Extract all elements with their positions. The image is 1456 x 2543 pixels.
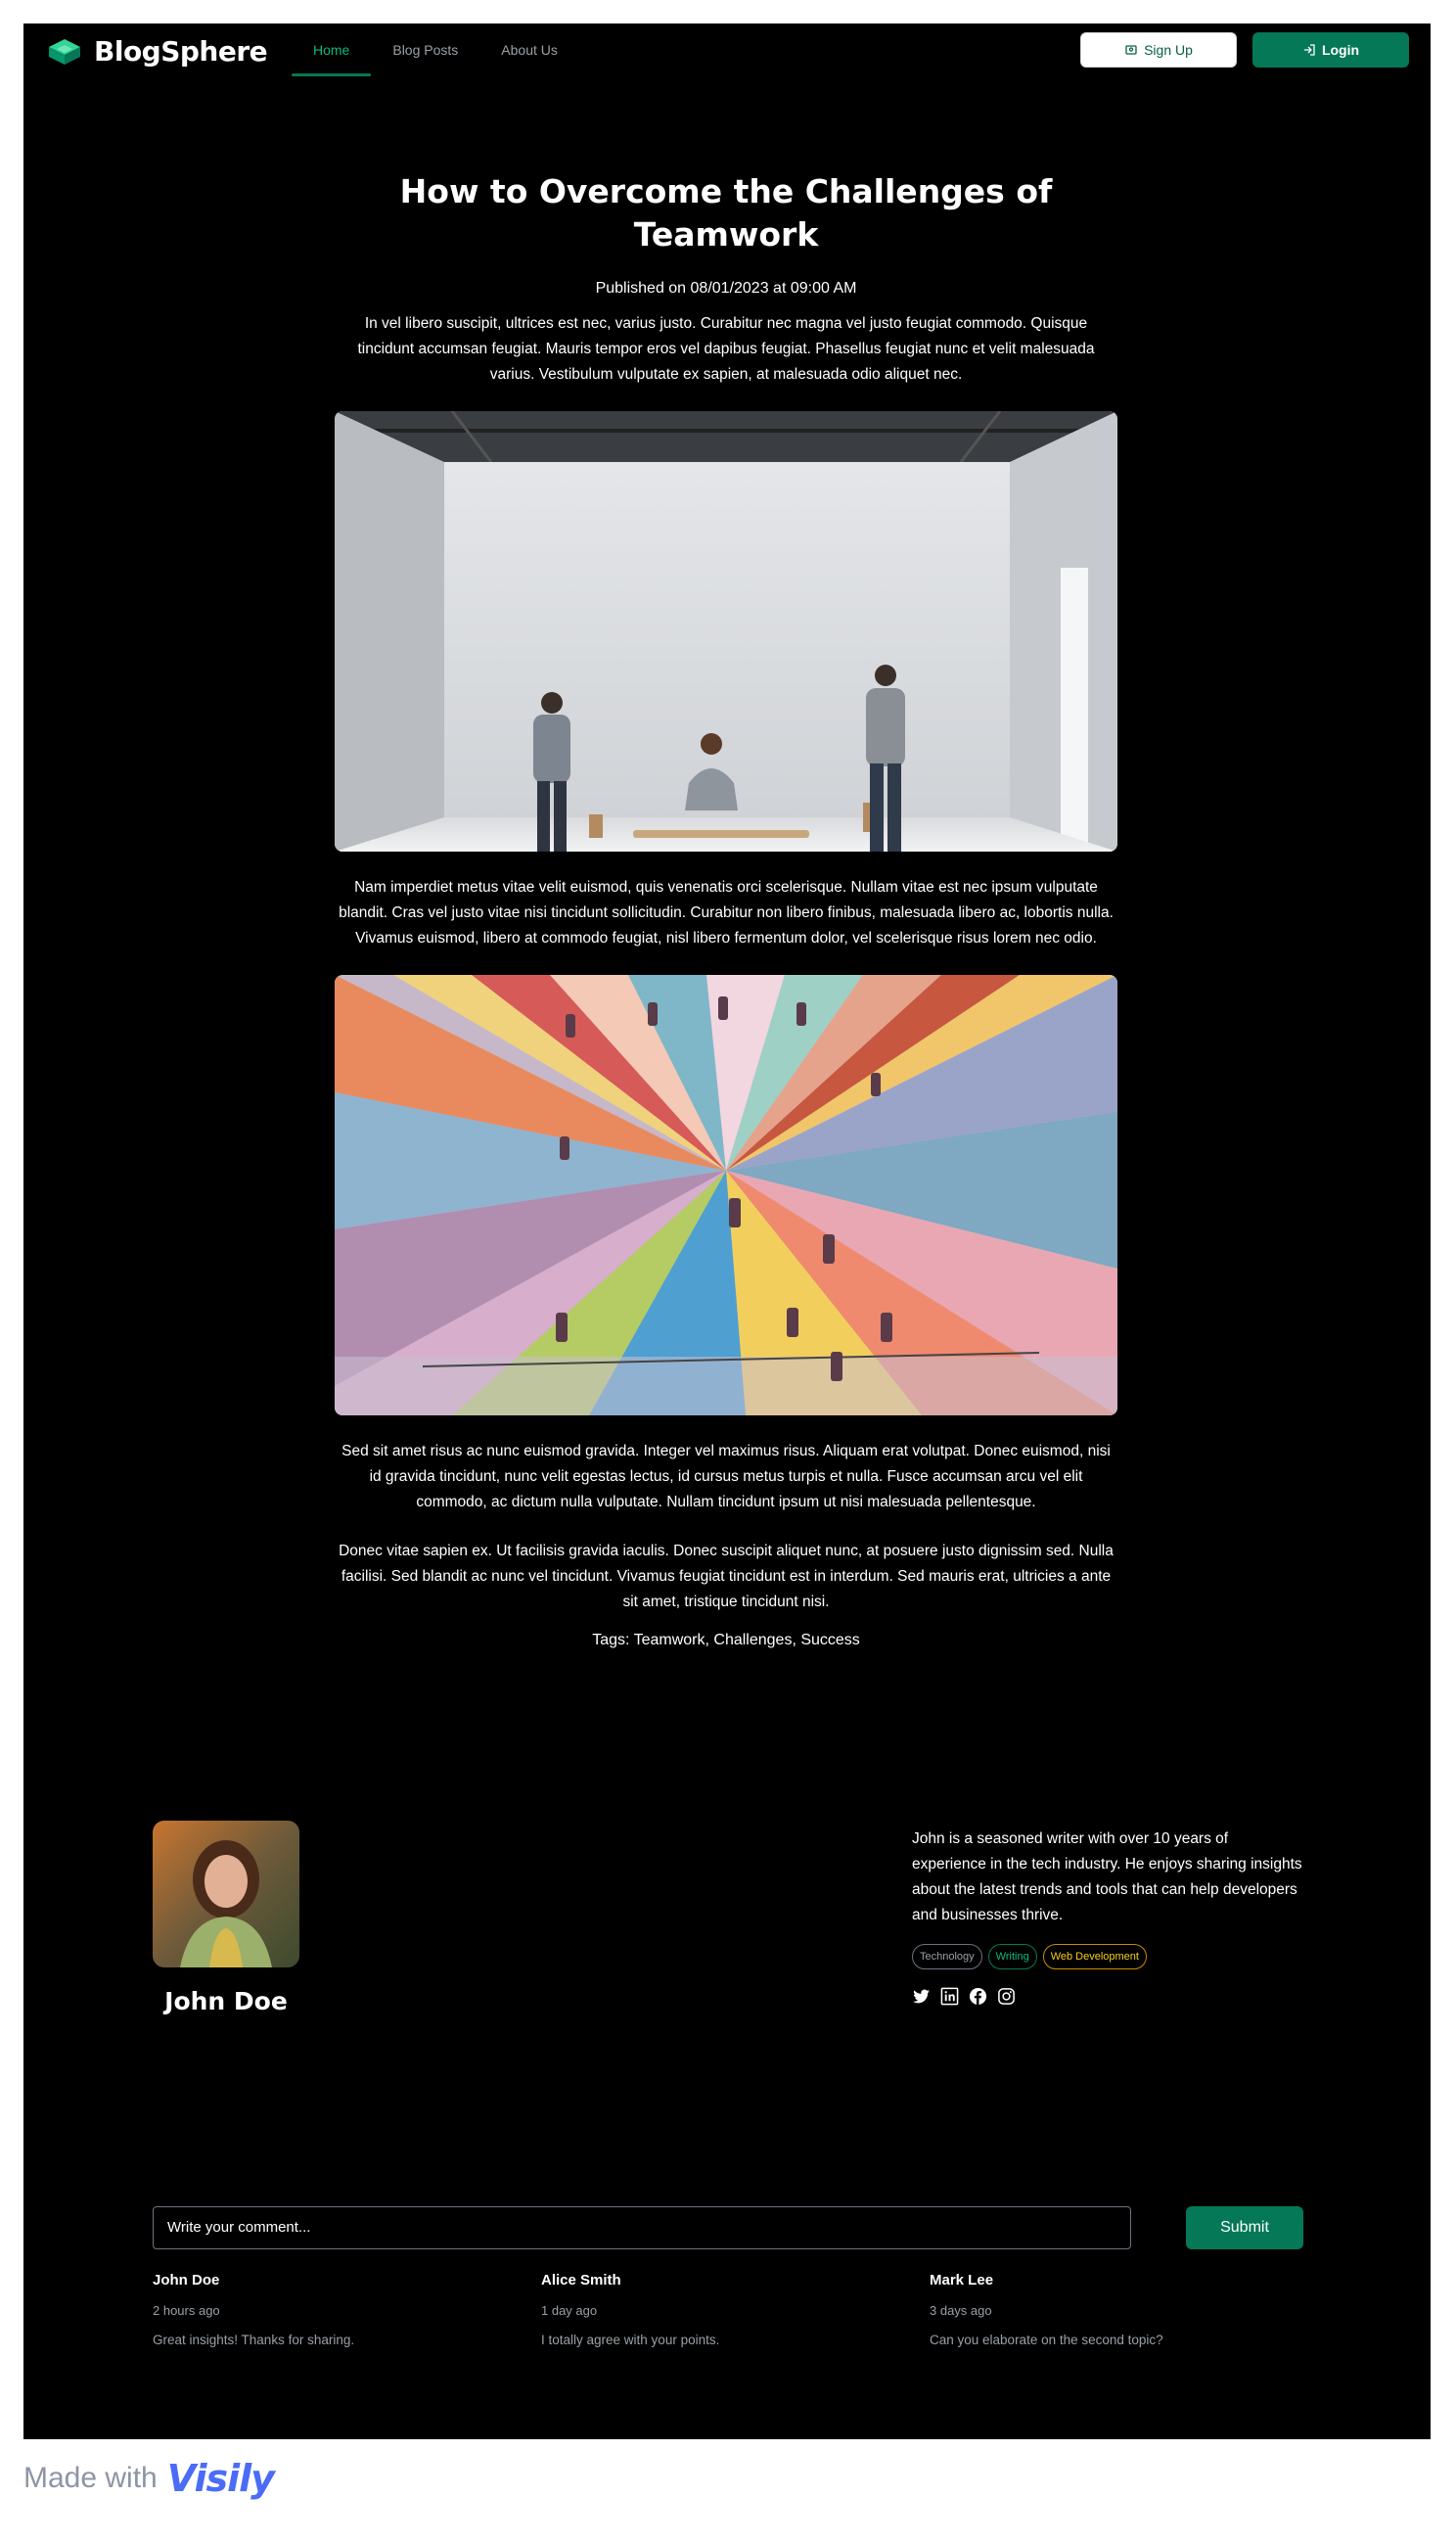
published-date: Published on 08/01/2023 at 09:00 AM <box>595 280 857 297</box>
comment-author: John Doe <box>153 2272 220 2289</box>
nav-about-us[interactable]: About Us <box>479 23 579 76</box>
nav-home[interactable]: Home <box>292 23 372 76</box>
comment-text: I totally agree with your points. <box>541 2333 720 2347</box>
article-paragraph: Nam imperdiet metus vitae velit euismod,… <box>339 879 1114 947</box>
comment-time: 2 hours ago <box>153 2303 220 2318</box>
comment-input[interactable]: Write your comment... <box>153 2206 1131 2249</box>
author-name: John Doe <box>164 1987 288 2015</box>
article-paragraph: Donec vitae sapien ex. Ut facilisis grav… <box>339 1543 1114 1610</box>
login-button[interactable]: Login <box>1252 32 1409 68</box>
comment-time: 1 day ago <box>541 2303 598 2318</box>
comment: Mark Lee 3 days ago Can you elaborate on… <box>930 2271 1301 2349</box>
login-icon <box>1303 44 1315 56</box>
comment-text: Can you elaborate on the second topic? <box>930 2333 1163 2347</box>
author-bio: John is a seasoned writer with over 10 y… <box>912 1830 1302 1923</box>
brand-name: BlogSphere <box>94 35 268 68</box>
article-image-colorful <box>335 975 1117 1415</box>
made-with-visily[interactable]: Made with Visily <box>23 2457 275 2500</box>
article-paragraph: In vel libero suscipit, ultrices est nec… <box>357 315 1095 383</box>
sign-up-button[interactable]: Sign Up <box>1080 32 1237 68</box>
nav-blog-posts[interactable]: Blog Posts <box>371 23 479 76</box>
page: BlogSphere Home Blog Posts About Us Sign… <box>23 23 1431 2439</box>
user-plus-icon <box>1125 45 1137 55</box>
logo[interactable]: BlogSphere <box>47 35 268 68</box>
made-with-label: Made with <box>23 2462 158 2494</box>
twitter-icon[interactable] <box>912 1987 931 2006</box>
social-links <box>912 1987 1016 2006</box>
comment-text: Great insights! Thanks for sharing. <box>153 2333 355 2347</box>
comment: Alice Smith 1 day ago I totally agree wi… <box>541 2271 913 2349</box>
comment-author: Alice Smith <box>541 2272 621 2289</box>
topic-chip[interactable]: Writing <box>987 1944 1037 1969</box>
linkedin-icon[interactable] <box>940 1987 959 2006</box>
article-image-office <box>335 411 1117 852</box>
comment-author: Mark Lee <box>930 2272 994 2289</box>
article-paragraph: Sed sit amet risus ac nunc euismod gravi… <box>341 1443 1111 1510</box>
article: How to Overcome the Challenges of Teamwo… <box>335 170 1117 1652</box>
instagram-icon[interactable] <box>997 1987 1016 2006</box>
comment: John Doe 2 hours ago Great insights! Tha… <box>153 2271 524 2349</box>
avatar <box>153 1821 299 1967</box>
article-title: How to Overcome the Challenges of Teamwo… <box>399 172 1053 254</box>
main-nav: Home Blog Posts About Us <box>292 23 579 76</box>
author-topics: Technology Writing Web Development <box>912 1944 1147 1969</box>
topic-chip[interactable]: Web Development <box>1042 1944 1147 1969</box>
visily-logo: Visily <box>166 2457 275 2500</box>
comment-time: 3 days ago <box>930 2303 992 2318</box>
topic-chip[interactable]: Technology <box>912 1944 982 1969</box>
submit-button[interactable]: Submit <box>1186 2206 1303 2249</box>
header: BlogSphere Home Blog Posts About Us Sign… <box>23 23 1431 76</box>
login-label: Login <box>1321 42 1360 58</box>
sign-up-label: Sign Up <box>1144 42 1193 58</box>
article-tags: Tags: Teamwork, Challenges, Success <box>592 1632 860 1648</box>
facebook-icon[interactable] <box>969 1987 987 2006</box>
logo-icon <box>49 38 80 65</box>
